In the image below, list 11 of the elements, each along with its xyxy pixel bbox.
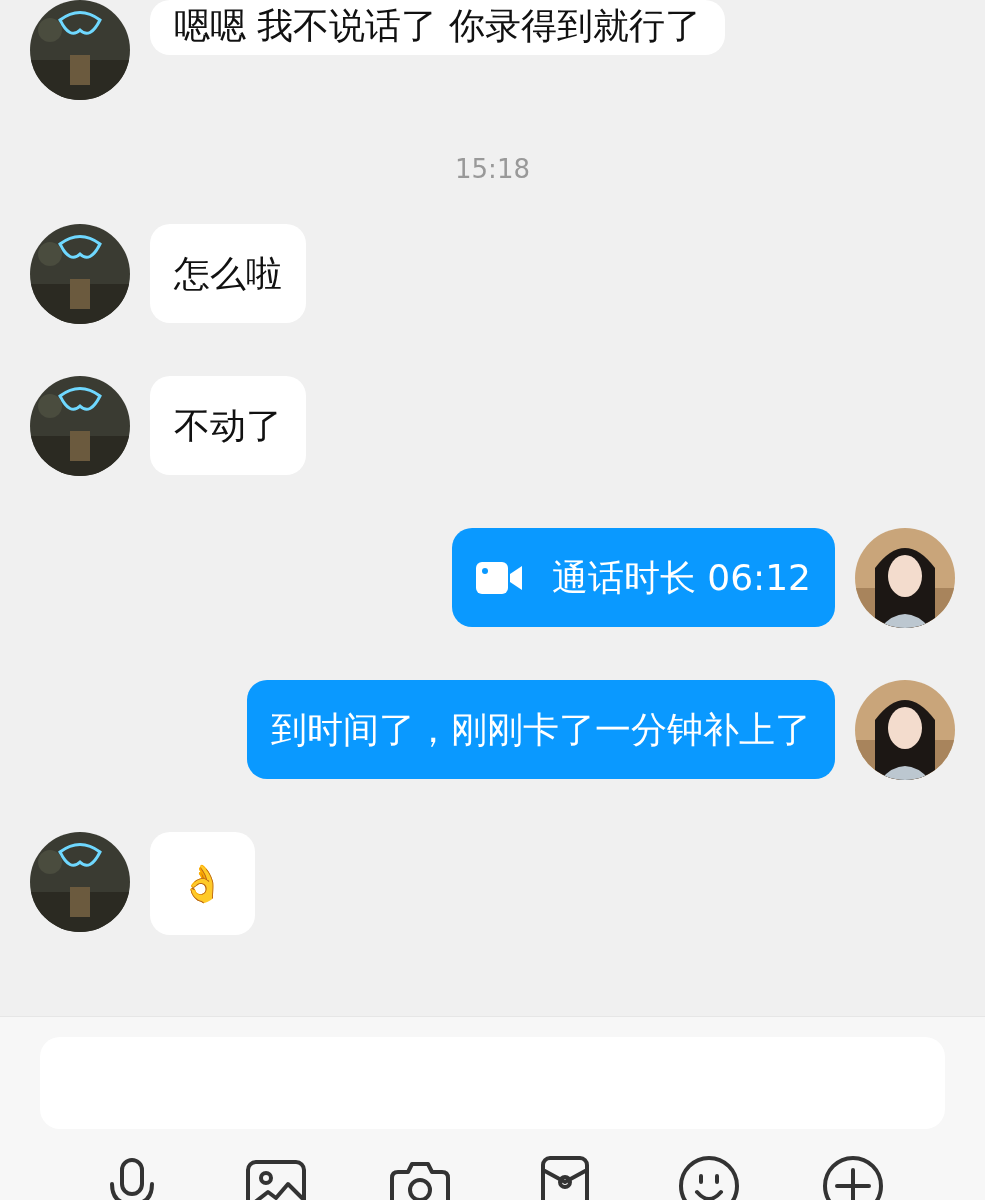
timestamp: 15:18 xyxy=(455,154,530,184)
call-duration: 通话时长 06:12 xyxy=(551,556,811,600)
emoji-message-bubble: 👌 xyxy=(150,832,255,936)
video-camera-icon xyxy=(475,561,522,594)
message-bubble: 嗯嗯 我不说话了 你录得到就行了 xyxy=(150,0,725,56)
message-bubble: 怎么啦 xyxy=(150,224,306,324)
call-message-bubble[interactable]: 通话时长 06:12 xyxy=(451,528,835,628)
message-bubble: 到时间了，刚刚卡了一分钟补上了 xyxy=(247,680,835,780)
add-icon xyxy=(820,1154,885,1200)
message-bubble: 不动了 xyxy=(150,376,306,476)
smiley-icon xyxy=(676,1154,741,1200)
